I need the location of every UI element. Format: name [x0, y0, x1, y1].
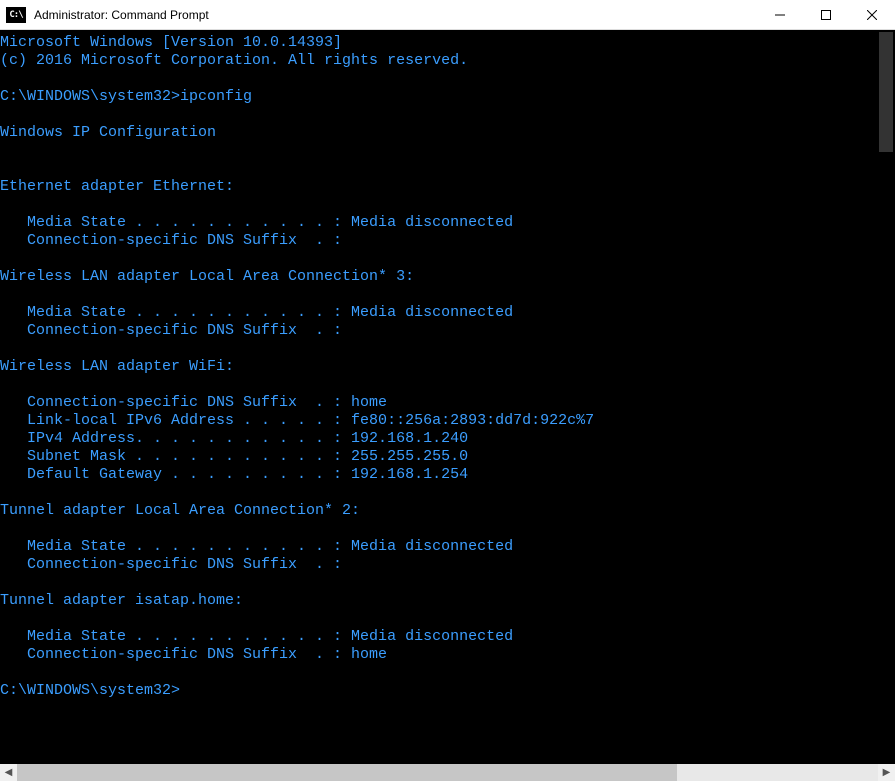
- scroll-left-button[interactable]: ◀: [0, 764, 17, 781]
- adapter-wifi-ipv4: IPv4 Address. . . . . . . . . . . : 192.…: [0, 430, 468, 447]
- adapter-wlan3-dns: Connection-specific DNS Suffix . :: [0, 322, 342, 339]
- adapter-tunnel2-media: Media State . . . . . . . . . . . : Medi…: [0, 538, 513, 555]
- cmd-icon: C:\: [6, 7, 26, 23]
- prompt-idle: C:\WINDOWS\system32>: [0, 682, 180, 699]
- adapter-wlan3-header: Wireless LAN adapter Local Area Connecti…: [0, 268, 414, 285]
- close-icon: [867, 10, 877, 20]
- window-title: Administrator: Command Prompt: [32, 8, 757, 22]
- adapter-tunnel2-dns: Connection-specific DNS Suffix . :: [0, 556, 342, 573]
- adapter-isatap-header: Tunnel adapter isatap.home:: [0, 592, 243, 609]
- window-controls: [757, 0, 895, 29]
- chevron-right-icon: ▶: [883, 767, 891, 778]
- minimize-icon: [775, 10, 785, 20]
- adapter-isatap-dns: Connection-specific DNS Suffix . : home: [0, 646, 387, 663]
- copyright-line: (c) 2016 Microsoft Corporation. All righ…: [0, 52, 468, 69]
- horizontal-scrollbar[interactable]: ◀ ▶: [0, 764, 895, 781]
- close-button[interactable]: [849, 0, 895, 30]
- titlebar: C:\ Administrator: Command Prompt: [0, 0, 895, 30]
- horizontal-scroll-thumb[interactable]: [17, 764, 677, 781]
- adapter-ethernet-dns: Connection-specific DNS Suffix . :: [0, 232, 342, 249]
- adapter-wlan3-media: Media State . . . . . . . . . . . : Medi…: [0, 304, 513, 321]
- maximize-icon: [821, 10, 831, 20]
- prompt-ipconfig: C:\WINDOWS\system32>ipconfig: [0, 88, 252, 105]
- version-line: Microsoft Windows [Version 10.0.14393]: [0, 34, 342, 51]
- ipconfig-title: Windows IP Configuration: [0, 124, 216, 141]
- chevron-left-icon: ◀: [5, 767, 13, 778]
- adapter-wifi-dns: Connection-specific DNS Suffix . : home: [0, 394, 387, 411]
- terminal-output[interactable]: Microsoft Windows [Version 10.0.14393] (…: [0, 30, 877, 764]
- horizontal-scroll-track[interactable]: [17, 764, 878, 781]
- adapter-wifi-ipv6: Link-local IPv6 Address . . . . . : fe80…: [0, 412, 594, 429]
- adapter-wifi-header: Wireless LAN adapter WiFi:: [0, 358, 234, 375]
- maximize-button[interactable]: [803, 0, 849, 30]
- adapter-isatap-media: Media State . . . . . . . . . . . : Medi…: [0, 628, 513, 645]
- adapter-tunnel2-header: Tunnel adapter Local Area Connection* 2:: [0, 502, 360, 519]
- vertical-scrollbar[interactable]: [877, 30, 895, 764]
- adapter-ethernet-media: Media State . . . . . . . . . . . : Medi…: [0, 214, 513, 231]
- minimize-button[interactable]: [757, 0, 803, 30]
- terminal-container: Microsoft Windows [Version 10.0.14393] (…: [0, 30, 895, 764]
- adapter-wifi-subnet: Subnet Mask . . . . . . . . . . . : 255.…: [0, 448, 468, 465]
- adapter-ethernet-header: Ethernet adapter Ethernet:: [0, 178, 234, 195]
- scroll-right-button[interactable]: ▶: [878, 764, 895, 781]
- adapter-wifi-gateway: Default Gateway . . . . . . . . . : 192.…: [0, 466, 468, 483]
- vertical-scroll-thumb[interactable]: [879, 32, 893, 152]
